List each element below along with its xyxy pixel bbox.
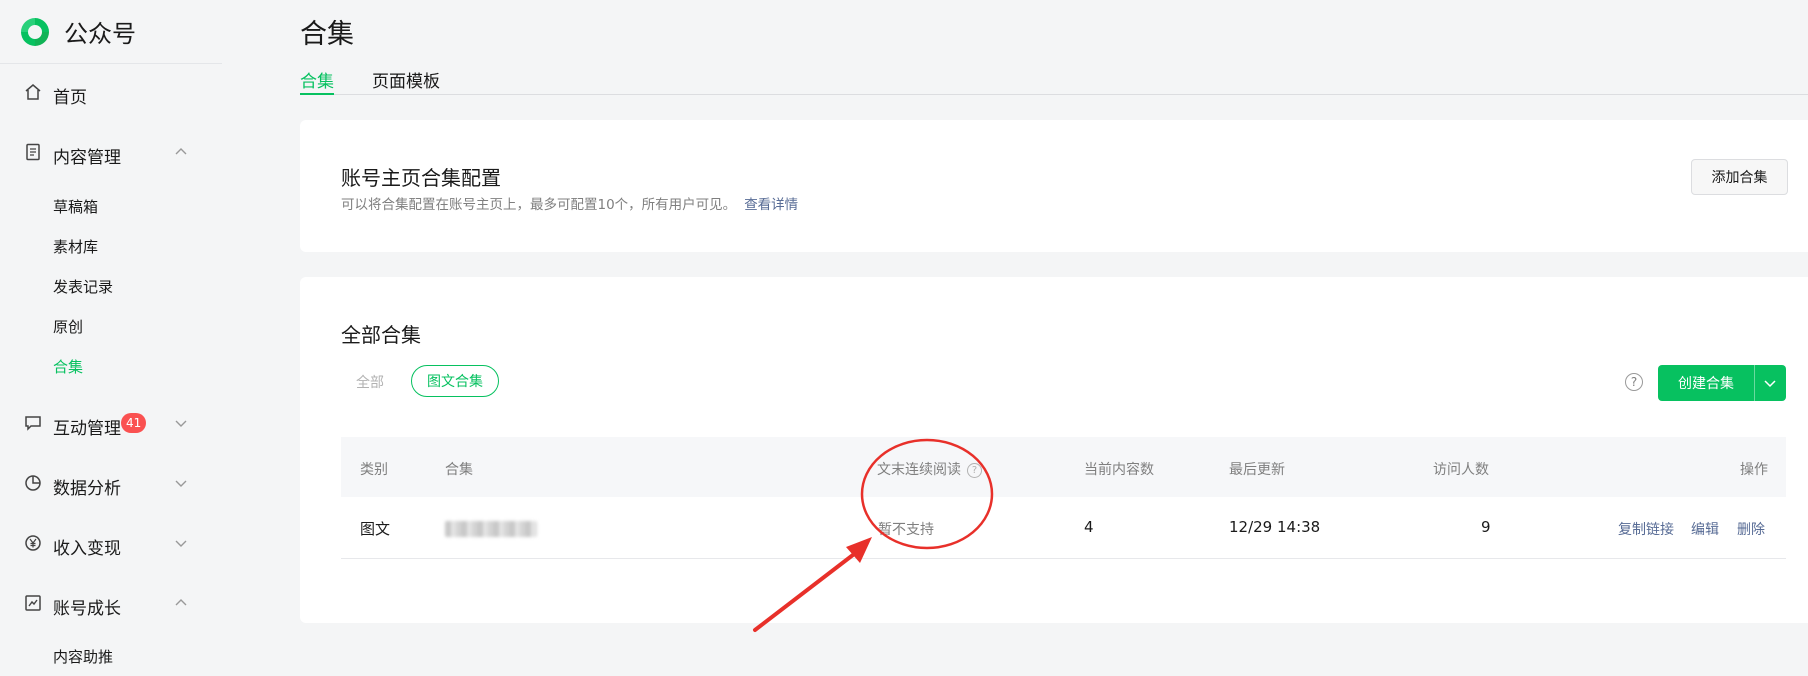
cell-last-updated: 12/29 14:38 bbox=[1229, 518, 1321, 536]
column-header-visitors: 访问人数 bbox=[1433, 462, 1489, 478]
message-icon bbox=[24, 414, 42, 432]
cell-continuous-reading: 暂不支持 bbox=[878, 522, 934, 538]
brand-header[interactable]: 公众号 bbox=[0, 0, 222, 64]
homepage-config-card: 账号主页合集配置 可以将合集配置在账号主页上，最多可配置10个，所有用户可见。查… bbox=[300, 120, 1808, 252]
notification-badge: 41 bbox=[121, 413, 147, 433]
column-header-continuous-reading: 文末连续阅读? bbox=[877, 459, 982, 479]
wechat-official-logo-icon bbox=[21, 17, 49, 46]
cell-type: 图文 bbox=[360, 520, 391, 538]
page-title: 合集 bbox=[300, 19, 354, 50]
chevron-up-icon bbox=[175, 599, 187, 606]
sidebar-item-label: 账号成长 bbox=[53, 599, 121, 619]
sidebar-item-label: 数据分析 bbox=[53, 479, 121, 499]
add-collection-button[interactable]: 添加合集 bbox=[1691, 159, 1788, 195]
view-details-link[interactable]: 查看详情 bbox=[744, 197, 798, 213]
edit-button[interactable]: 编辑 bbox=[1691, 519, 1719, 539]
create-collection-button[interactable]: 创建合集 bbox=[1658, 365, 1786, 401]
help-icon[interactable]: ? bbox=[1625, 373, 1643, 391]
home-icon bbox=[24, 83, 42, 101]
chevron-down-icon bbox=[175, 420, 187, 427]
chevron-down-icon bbox=[175, 540, 187, 547]
delete-button[interactable]: 删除 bbox=[1737, 519, 1765, 539]
document-icon bbox=[24, 143, 42, 161]
tab-active-indicator bbox=[300, 93, 334, 95]
config-card-desc-text: 可以将合集配置在账号主页上，最多可配置10个，所有用户可见。 bbox=[341, 197, 737, 213]
filter-article-collections[interactable]: 图文合集 bbox=[411, 365, 499, 397]
column-header-last-updated: 最后更新 bbox=[1229, 462, 1285, 478]
help-icon[interactable]: ? bbox=[967, 462, 982, 478]
trend-chart-icon bbox=[24, 594, 42, 612]
sidebar-subitem-original[interactable]: 原创 bbox=[53, 316, 83, 337]
redacted-collection-name[interactable] bbox=[445, 521, 537, 537]
sidebar-subitem-publish-records[interactable]: 发表记录 bbox=[53, 276, 113, 297]
table-row: 图文 暂不支持 4 12/29 14:38 9 复制链接 编辑 删除 bbox=[341, 497, 1786, 559]
create-collection-label: 创建合集 bbox=[1678, 376, 1734, 392]
cell-visitors: 9 bbox=[1481, 518, 1491, 536]
column-header-collection: 合集 bbox=[445, 462, 473, 478]
sidebar-subitem-collections[interactable]: 合集 bbox=[53, 356, 83, 377]
column-header-label: 文末连续阅读 bbox=[877, 462, 961, 478]
sidebar-item-label: 内容管理 bbox=[53, 148, 121, 168]
sidebar-item-label: 互动管理 bbox=[53, 419, 121, 439]
tab-collections[interactable]: 合集 bbox=[300, 67, 334, 92]
yen-coin-icon bbox=[24, 534, 42, 552]
brand-name: 公众号 bbox=[64, 20, 136, 48]
copy-link-button[interactable]: 复制链接 bbox=[1618, 519, 1674, 539]
all-collections-title: 全部合集 bbox=[341, 323, 421, 347]
cell-content-count: 4 bbox=[1084, 518, 1094, 536]
column-header-content-count: 当前内容数 bbox=[1084, 462, 1154, 478]
chevron-up-icon bbox=[175, 148, 187, 155]
chevron-down-icon bbox=[175, 480, 187, 487]
pie-chart-icon bbox=[24, 474, 42, 492]
sidebar-subitem-materials[interactable]: 素材库 bbox=[53, 236, 98, 257]
tab-bar: 合集 页面模板 bbox=[300, 64, 1808, 95]
config-card-title: 账号主页合集配置 bbox=[341, 166, 501, 190]
sidebar-subitem-content-boost[interactable]: 内容助推 bbox=[53, 646, 113, 667]
table-header: 类别 合集 文末连续阅读? 当前内容数 最后更新 访问人数 操作 bbox=[341, 437, 1786, 497]
column-header-type: 类别 bbox=[360, 462, 388, 478]
sidebar-item-label: 首页 bbox=[53, 88, 87, 108]
chevron-down-icon bbox=[1763, 380, 1776, 388]
config-card-description: 可以将合集配置在账号主页上，最多可配置10个，所有用户可见。 查看详情 bbox=[341, 193, 798, 213]
filter-all[interactable]: 全部 bbox=[356, 372, 384, 392]
sidebar: 公众号 首页 内容管理 草稿箱 素材库 发表记录 原创 合集 互动管理 41 数… bbox=[0, 0, 222, 676]
tab-page-templates[interactable]: 页面模板 bbox=[372, 67, 440, 92]
column-header-actions: 操作 bbox=[1740, 462, 1768, 478]
sidebar-subitem-drafts[interactable]: 草稿箱 bbox=[53, 196, 98, 217]
create-dropdown-toggle[interactable] bbox=[1754, 365, 1784, 401]
sidebar-item-label: 收入变现 bbox=[53, 539, 121, 559]
